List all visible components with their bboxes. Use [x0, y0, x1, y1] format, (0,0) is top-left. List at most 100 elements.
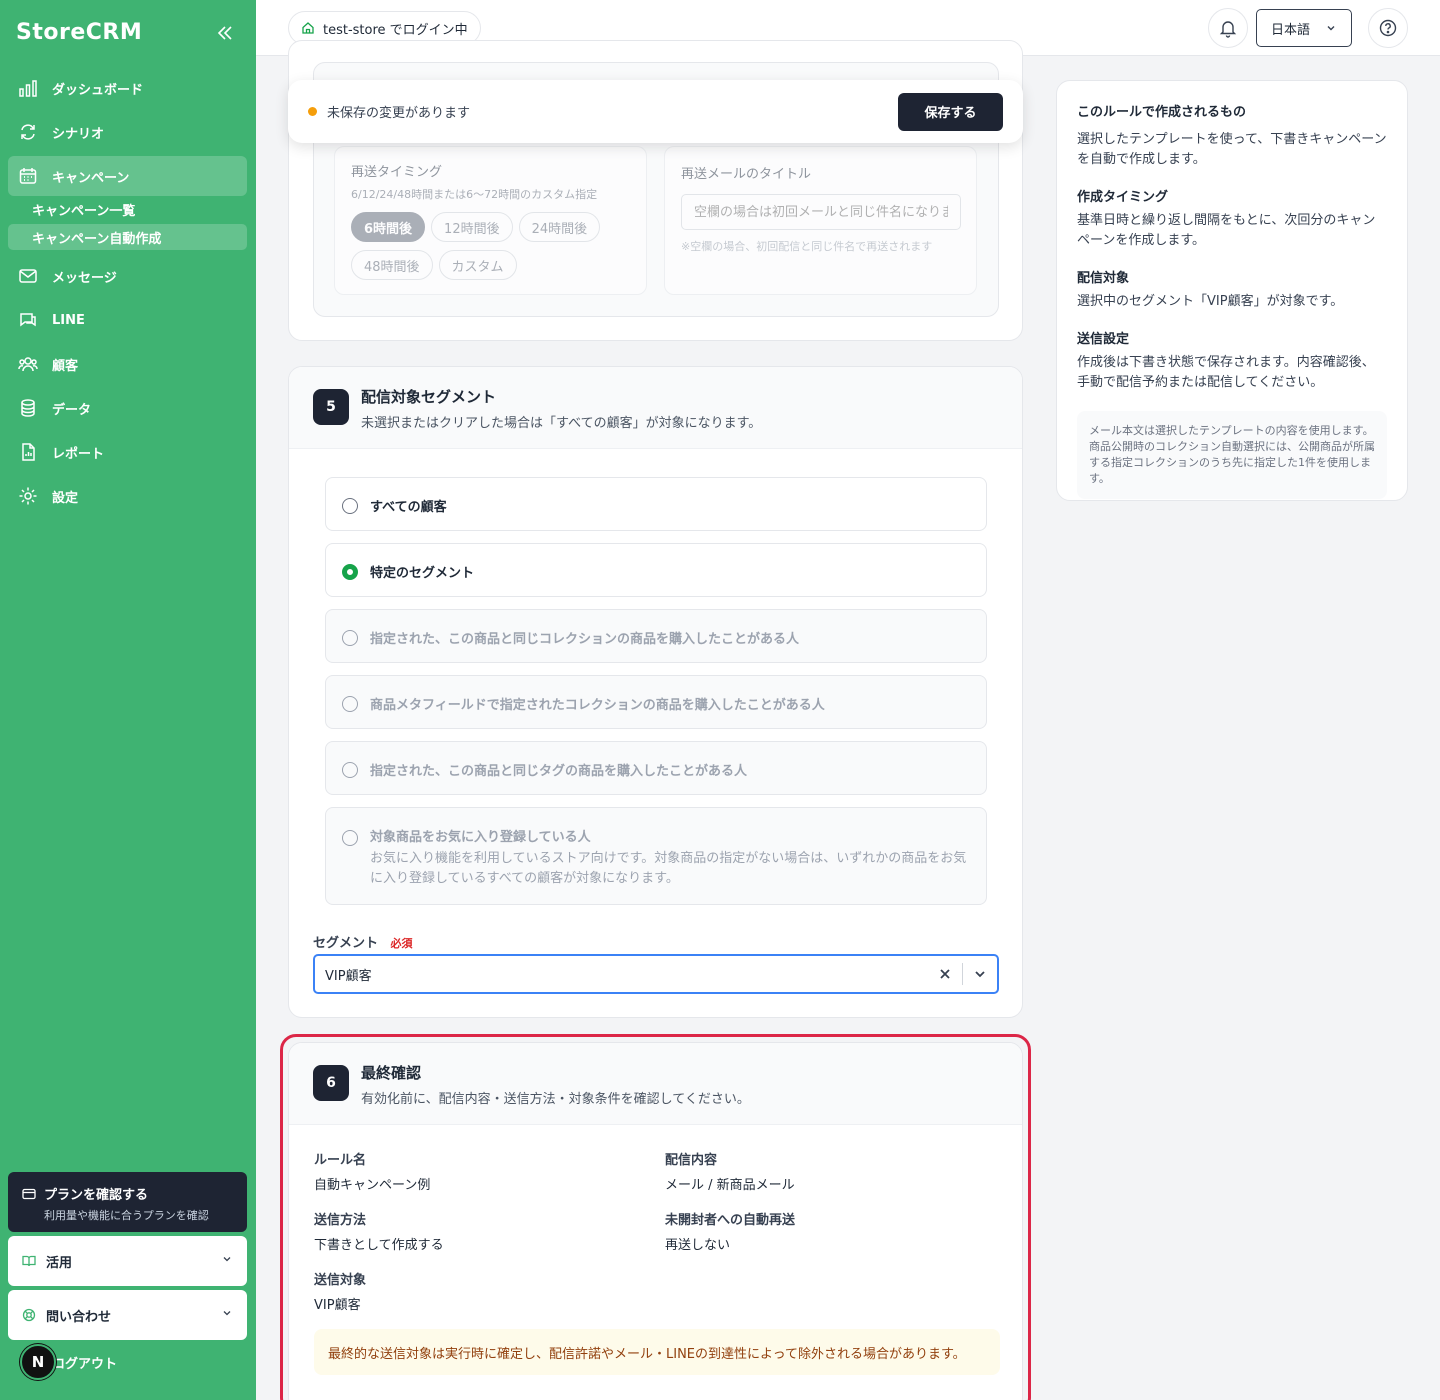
nav-line[interactable]: LINE — [8, 300, 247, 340]
summary-method: 送信方法 下書きとして作成する — [314, 1209, 444, 1253]
info-paragraph: 選択中のセグメント「VIP顧客」が対象です。 — [1077, 294, 1344, 309]
calendar-icon — [16, 164, 40, 188]
nav-dashboard[interactable]: ダッシュボード — [8, 68, 247, 108]
confirm-title: 最終確認 — [361, 1064, 422, 1082]
summary-value: 再送しない — [665, 1238, 731, 1253]
unsaved-text: 未保存の変更があります — [327, 106, 471, 121]
option-metafield-collection[interactable]: 商品メタフィールドで指定されたコレクションの商品を購入したことがある人 — [325, 675, 987, 729]
option-favorites[interactable]: 対象商品をお気に入り登録している人 お気に入り機能を利用しているストア向けです。… — [325, 807, 987, 905]
avatar[interactable]: N — [20, 1344, 56, 1380]
confirm-header — [289, 1043, 1022, 1125]
summary-value: VIP顧客 — [314, 1298, 361, 1313]
scenario-icon — [16, 120, 40, 144]
step-number: 5 — [313, 389, 349, 425]
resend-title-input[interactable] — [681, 194, 961, 230]
unsaved-bar: 未保存の変更があります 保存する — [288, 80, 1023, 143]
nav-campaign-auto[interactable]: キャンペーン自動作成 — [8, 224, 247, 250]
chip-48h[interactable]: 48時間後 — [351, 250, 433, 280]
summary-label: 配信内容 — [665, 1153, 718, 1168]
katsuyou-button[interactable]: 活用 — [8, 1236, 247, 1286]
info-paragraph: 作成後は下書き状態で保存されます。内容確認後、手動で配信予約または配信してくださ… — [1077, 355, 1375, 390]
nav-settings[interactable]: 設定 — [8, 476, 247, 516]
segment-value: VIP顧客 — [325, 968, 372, 984]
save-button[interactable]: 保存する — [898, 92, 1003, 131]
option-label: 特定のセグメント — [370, 566, 475, 581]
collapse-sidebar-icon[interactable] — [214, 22, 236, 44]
logout-button[interactable]: N ログアウト — [20, 1344, 117, 1380]
resend-timing-box: 再送タイミング 6/12/24/48時間または6〜72時間のカスタム指定 6時間… — [334, 146, 647, 295]
segment-desc: 未選択またはクリアした場合は「すべての顧客」が対象になります。 — [361, 416, 762, 431]
confirm-desc: 有効化前に、配信内容・送信方法・対象条件を確認してください。 — [361, 1092, 750, 1107]
contact-button[interactable]: 問い合わせ — [8, 1290, 247, 1340]
radio-selected[interactable] — [342, 564, 358, 580]
option-label: 指定された、この商品と同じタグの商品を購入したことがある人 — [370, 764, 748, 779]
chip-custom[interactable]: カスタム — [438, 250, 517, 280]
confirm-card: 6 最終確認 有効化前に、配信内容・送信方法・対象条件を確認してください。 ルー… — [288, 1042, 1023, 1400]
summary-target: 送信対象 VIP顧客 — [314, 1269, 366, 1313]
required-badge: 必須 — [390, 937, 413, 950]
nav-campaign[interactable]: キャンペーン — [8, 156, 247, 196]
radio[interactable] — [342, 498, 358, 514]
chip-24h[interactable]: 24時間後 — [518, 212, 601, 242]
option-same-tag[interactable]: 指定された、この商品と同じタグの商品を購入したことがある人 — [325, 741, 987, 795]
chevron-down-icon[interactable] — [973, 967, 987, 981]
chip-6h[interactable]: 6時間後 — [351, 212, 426, 242]
sidebar: StoreCRM ダッシュボード シナリオ キャンペーン キャンペーン一覧 キャ… — [0, 0, 256, 1400]
info-heading: 作成タイミング — [1077, 190, 1169, 205]
chevron-down-icon — [221, 1253, 233, 1269]
gear-icon — [16, 484, 40, 508]
warning-note: 最終的な送信対象は実行時に確定し、配信許諾やメール・LINEの到達性によって除外… — [314, 1329, 1000, 1375]
language-select[interactable]: 日本語 — [1256, 9, 1352, 47]
resend-title-label: 再送メールのタイトル — [681, 167, 812, 182]
step-number: 6 — [313, 1065, 349, 1101]
dashboard-icon — [16, 76, 40, 100]
nav-report[interactable]: レポート — [8, 432, 247, 472]
radio[interactable] — [342, 696, 358, 712]
nav-campaign-list[interactable]: キャンペーン一覧 — [8, 196, 247, 222]
nav-message[interactable]: メッセージ — [8, 256, 247, 296]
resend-timing-hint: 6/12/24/48時間または6〜72時間のカスタム指定 — [351, 188, 598, 201]
option-specific-segment[interactable]: 特定のセグメント — [325, 543, 987, 597]
option-all-customers[interactable]: すべての顧客 — [325, 477, 987, 531]
option-same-collection[interactable]: 指定された、この商品と同じコレクションの商品を購入したことがある人 — [325, 609, 987, 663]
database-icon — [16, 396, 40, 420]
resend-title-box: 再送メールのタイトル ※空欄の場合、初回配信と同じ件名で再送されます — [664, 146, 977, 295]
summary-label: 送信対象 — [314, 1273, 367, 1288]
logout-label: ログアウト — [52, 1356, 118, 1372]
info-paragraph: 基準日時と繰り返し間隔をもとに、次回分のキャンペーンを作成します。 — [1077, 213, 1376, 248]
radio[interactable] — [342, 830, 358, 846]
book-icon — [22, 1254, 36, 1268]
nav-data[interactable]: データ — [8, 388, 247, 428]
summary-value: 下書きとして作成する — [314, 1238, 444, 1253]
chevron-down-icon — [221, 1307, 233, 1323]
info-paragraph: 選択したテンプレートを使って、下書きキャンペーンを自動で作成します。 — [1077, 132, 1387, 167]
nav-label: データ — [52, 402, 92, 418]
app-logo[interactable]: StoreCRM — [16, 20, 142, 45]
summary-resend: 未開封者への自動再送 再送しない — [665, 1209, 795, 1253]
info-title: このルールで作成されるもの — [1077, 105, 1247, 120]
chip-12h[interactable]: 12時間後 — [431, 212, 513, 242]
option-label: 商品メタフィールドで指定されたコレクションの商品を購入したことがある人 — [370, 698, 825, 713]
summary-label: 未開封者への自動再送 — [665, 1213, 796, 1228]
nav-customers[interactable]: 顧客 — [8, 344, 247, 384]
nav-label: 設定 — [52, 490, 79, 506]
notification-bell-icon[interactable] — [1208, 8, 1248, 48]
option-label: 対象商品をお気に入り登録している人 — [370, 830, 591, 845]
nav-scenario[interactable]: シナリオ — [8, 112, 247, 152]
select-divider — [962, 963, 963, 985]
summary-value: 自動キャンペーン例 — [314, 1178, 431, 1193]
plan-button[interactable]: プランを確認する 利用量や機能に合うプランを確認 — [8, 1172, 247, 1232]
clear-icon[interactable] — [938, 967, 952, 981]
info-note: メール本文は選択したテンプレートの内容を使用します。商品公開時のコレクション自動… — [1077, 411, 1387, 499]
help-icon[interactable] — [1368, 8, 1408, 48]
summary-rule: ルール名 自動キャンペーン例 — [314, 1149, 430, 1193]
info-heading: 送信設定 — [1077, 332, 1130, 347]
chevron-down-icon — [1325, 22, 1337, 34]
radio[interactable] — [342, 762, 358, 778]
option-label: 指定された、この商品と同じコレクションの商品を購入したことがある人 — [370, 632, 800, 647]
contact-label: 問い合わせ — [46, 1309, 112, 1325]
radio[interactable] — [342, 630, 358, 646]
segment-select[interactable]: VIP顧客 — [313, 954, 999, 994]
katsuyou-label: 活用 — [46, 1255, 73, 1271]
segment-header — [289, 367, 1022, 449]
